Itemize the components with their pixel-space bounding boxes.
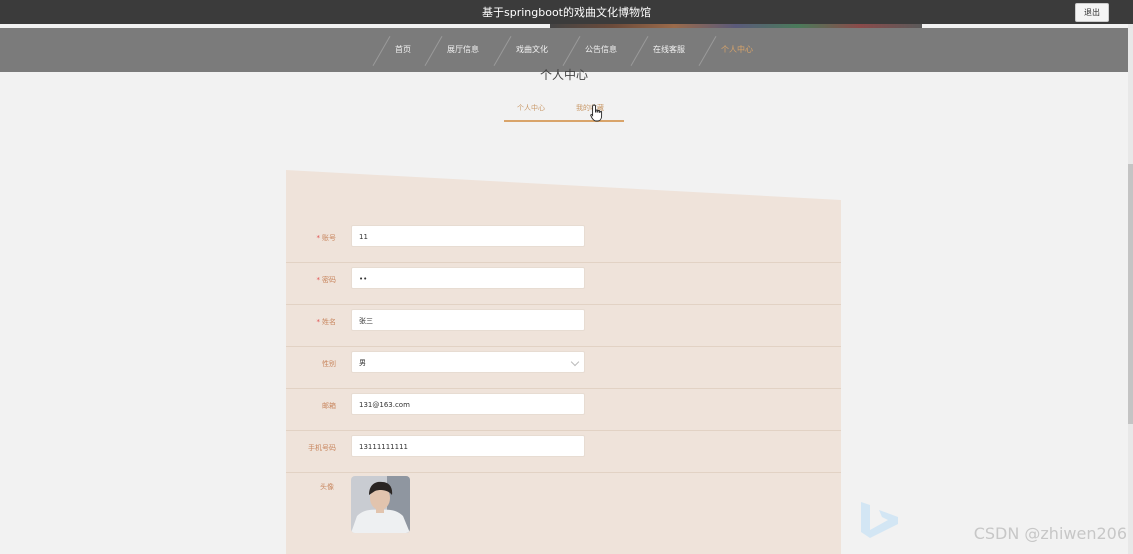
nav-divider [372, 36, 391, 66]
tab-personal-center[interactable]: 个人中心 [517, 103, 545, 113]
nav-divider [698, 36, 717, 66]
nav-item-label: 展厅信息 [447, 45, 479, 54]
profile-tabs: 个人中心 我的收藏 [504, 100, 624, 122]
bing-logo-icon [861, 502, 898, 538]
form-row-gender: 性别 男 [286, 346, 841, 389]
name-input[interactable]: 张三 [351, 309, 585, 331]
gender-label: 性别 [322, 360, 336, 368]
avatar-label: 头像 [320, 483, 334, 491]
tab-underline [504, 120, 624, 122]
nav-item-label: 个人中心 [721, 45, 753, 54]
csdn-watermark: CSDN @zhiwen206 [973, 524, 1127, 543]
app-title: 基于springboot的戏曲文化博物馆 [481, 6, 651, 19]
name-label: * 姓名 [316, 318, 337, 326]
gender-select[interactable]: 男 [351, 351, 585, 373]
hand-cursor-icon [590, 104, 603, 122]
logout-button[interactable]: 退出 [1075, 3, 1109, 22]
email-input[interactable]: 131@163.com [351, 393, 585, 415]
form-row-name: * 姓名 张三 [286, 304, 841, 347]
avatar-image[interactable] [351, 476, 410, 533]
top-bar: 基于springboot的戏曲文化博物馆 退出 [0, 0, 1133, 24]
password-input[interactable]: •• [351, 267, 585, 289]
page-title: 个人中心 [539, 68, 588, 82]
nav-divider [424, 36, 443, 66]
nav-item-label: 在线客服 [653, 45, 685, 54]
nav-divider [562, 36, 581, 66]
account-label: * 账号 [316, 234, 337, 242]
form-row-phone: 手机号码 13111111111 [286, 430, 841, 473]
nav-item-label: 公告信息 [585, 45, 617, 54]
form-row-email: 邮箱 131@163.com [286, 388, 841, 431]
phone-label: 手机号码 [308, 444, 336, 452]
nav-divider [630, 36, 649, 66]
gender-value: 男 [359, 359, 366, 367]
scrollbar[interactable] [1128, 24, 1133, 554]
phone-input[interactable]: 13111111111 [351, 435, 585, 457]
form-row-account: * 账号 11 [286, 220, 841, 263]
email-label: 邮箱 [322, 402, 336, 410]
nav-item-label: 首页 [395, 45, 411, 54]
chevron-down-icon [570, 357, 580, 367]
form-row-password: * 密码 •• [286, 262, 841, 305]
nav-divider [493, 36, 512, 66]
nav-item-label: 戏曲文化 [516, 45, 548, 54]
account-input[interactable]: 11 [351, 225, 585, 247]
scrollbar-thumb[interactable] [1128, 164, 1133, 424]
password-label: * 密码 [316, 276, 337, 284]
